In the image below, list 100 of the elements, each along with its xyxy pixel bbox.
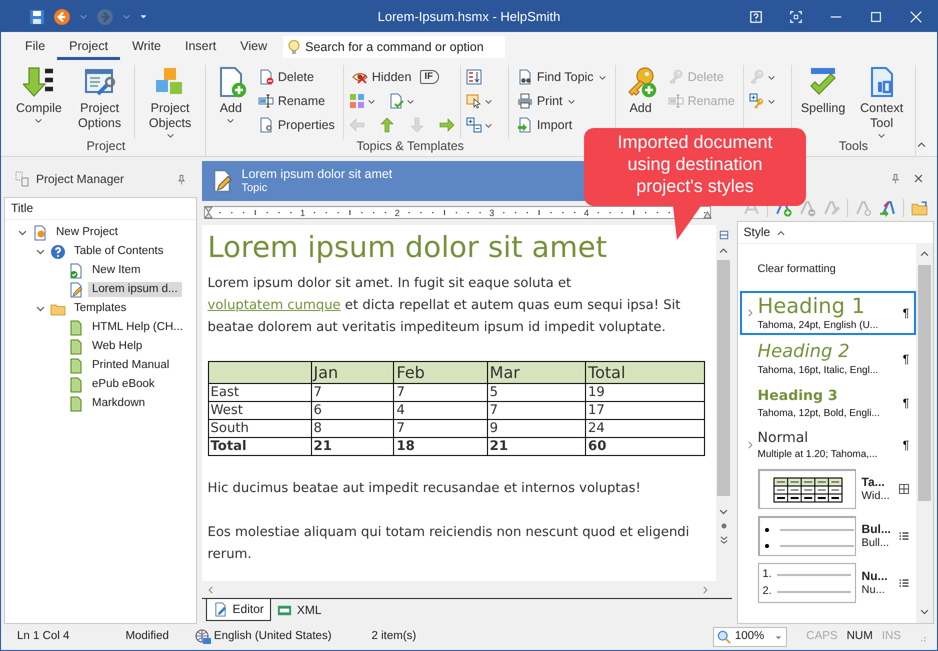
key-indicator: CAPS (806, 630, 838, 644)
browse-object-icon[interactable] (718, 521, 729, 531)
pin-icon[interactable] (890, 172, 901, 184)
back-icon[interactable] (53, 8, 71, 26)
tree-item[interactable]: Table of Contents (70, 244, 168, 260)
key-plus-icon[interactable] (748, 93, 765, 109)
fullscreen-icon[interactable] (789, 10, 803, 24)
close-icon[interactable] (913, 172, 924, 184)
ribbon-tab[interactable]: Insert (173, 34, 228, 60)
style-name[interactable]: Heading 3 (758, 385, 898, 407)
page-icon (68, 338, 84, 354)
editor-tab[interactable]: XML (270, 599, 328, 621)
style-name[interactable]: Ta... (862, 475, 890, 490)
cursor-position: Ln 1 Col 4 (17, 630, 70, 644)
paragraph-mark: ¶ (902, 396, 910, 410)
ribbon-button[interactable]: Project Objects (140, 65, 200, 141)
pin-icon[interactable] (176, 174, 187, 184)
help-circle-icon (50, 244, 66, 260)
tree-item[interactable]: New Project (52, 224, 122, 240)
condition-tag[interactable]: IF (420, 70, 439, 84)
table-cell: East (208, 384, 312, 402)
table-cell: 17 (586, 402, 704, 420)
ribbon-button[interactable]: Project Options (70, 65, 130, 132)
tree-item[interactable]: ePub eBook (88, 376, 159, 392)
group-label: Topics & Templates (355, 139, 465, 155)
ribbon-button[interactable]: Hidden (348, 66, 414, 88)
tree-item[interactable]: Markdown (88, 396, 150, 412)
printer-icon (516, 93, 533, 109)
window-cursor-icon[interactable] (466, 93, 482, 109)
table-cell: 6 (311, 402, 394, 420)
style-name[interactable]: Normal (758, 428, 898, 448)
lightbulb-icon (286, 39, 302, 55)
ribbon-button[interactable]: Context Tool (853, 65, 910, 141)
ribbon-button[interactable]: Add (210, 65, 251, 126)
ribbon-button[interactable]: Import (514, 114, 576, 136)
ribbon-tab[interactable]: View (228, 34, 280, 60)
table-cell: 60 (586, 438, 704, 456)
arrow-up-icon[interactable] (378, 117, 395, 133)
language[interactable]: English (United States) (214, 630, 332, 644)
ribbon-tab[interactable]: Write (120, 34, 173, 60)
sort-icon[interactable] (466, 69, 482, 85)
style-item-frame[interactable]: Heading 1 Tahoma, 24pt, English (U... ¶ (740, 291, 916, 335)
ribbon-button[interactable]: Print (514, 90, 579, 112)
ribbon-button[interactable]: Add (620, 65, 661, 117)
maximize-icon[interactable] (869, 10, 883, 24)
link[interactable]: voluptatem cumque (208, 298, 341, 313)
editor-tab[interactable]: Editor (206, 599, 271, 621)
zoom-dropdown[interactable]: 100% (712, 627, 788, 647)
style-name[interactable]: Clear formatting (758, 252, 898, 286)
split-icon[interactable] (718, 229, 730, 241)
tree-item[interactable]: Templates (70, 300, 130, 316)
arrow-right-icon[interactable] (438, 117, 455, 133)
style-name[interactable]: Bul... (862, 522, 891, 537)
right-indent-marker[interactable] (702, 211, 712, 218)
ribbon-tab[interactable]: File (13, 34, 58, 60)
scrollbar-thumb[interactable] (918, 265, 931, 501)
table-cell: 5 (487, 384, 586, 402)
style-name[interactable]: Heading 2 (758, 340, 898, 364)
page-down-icon[interactable] (718, 535, 729, 545)
command-search-field[interactable]: Search for a command or option (283, 36, 506, 58)
tree-item[interactable]: New Item (88, 262, 145, 278)
table-cell: South (208, 420, 312, 438)
ribbon-button[interactable]: Delete (254, 66, 317, 88)
scrollbar-thumb[interactable] (717, 260, 730, 496)
paragraph-mark: ¶ (902, 438, 910, 452)
arrow-down-icon (22, 66, 55, 98)
column-header: Feb (394, 362, 488, 384)
ruler-number: 2 (394, 208, 400, 218)
style-name[interactable]: Nu... (862, 569, 888, 584)
tree-item[interactable]: HTML Help (CH... (88, 320, 187, 336)
document-type: Topic (242, 182, 268, 196)
key-icon (668, 69, 684, 85)
document-minus-icon (258, 69, 274, 85)
document-check-icon[interactable] (388, 93, 404, 109)
style-description: Tahoma, 24pt, English (U... (758, 319, 880, 333)
ribbon-button[interactable]: Find Topic (514, 66, 610, 88)
column-header[interactable]: Title (11, 201, 34, 216)
ribbon-button[interactable]: Rename (254, 90, 328, 112)
help-icon[interactable] (749, 10, 763, 24)
style-import-icon[interactable] (878, 200, 896, 216)
table-cell: West (208, 402, 312, 420)
ribbon-button[interactable]: Properties (254, 114, 338, 136)
expand-collapse-icon[interactable] (466, 117, 482, 133)
left-indent-marker[interactable] (204, 206, 212, 218)
table-cell: 8 (311, 420, 394, 438)
column-header[interactable]: Style (744, 225, 770, 240)
tree-item[interactable]: Lorem ipsum d... (88, 282, 182, 298)
document-state: Modified (125, 630, 169, 644)
ribbon-button[interactable]: Spelling (796, 65, 850, 117)
save-icon[interactable] (29, 8, 45, 24)
table-cell: 21 (487, 438, 586, 456)
tree-item[interactable]: Printed Manual (88, 358, 174, 374)
style-description: Wid... (862, 490, 890, 503)
tree-item[interactable]: Web Help (88, 338, 146, 354)
folder-icon[interactable] (910, 200, 928, 216)
globe-icon[interactable] (194, 629, 211, 645)
paragraph: Eos molestiae aliquam qui totam reiciendis non nescunt quod et eligendi rerum. (208, 524, 690, 564)
column-header: Mar (487, 362, 586, 384)
ribbon-button[interactable]: Compile (12, 65, 66, 126)
style-name[interactable]: Heading 1 (758, 293, 898, 319)
